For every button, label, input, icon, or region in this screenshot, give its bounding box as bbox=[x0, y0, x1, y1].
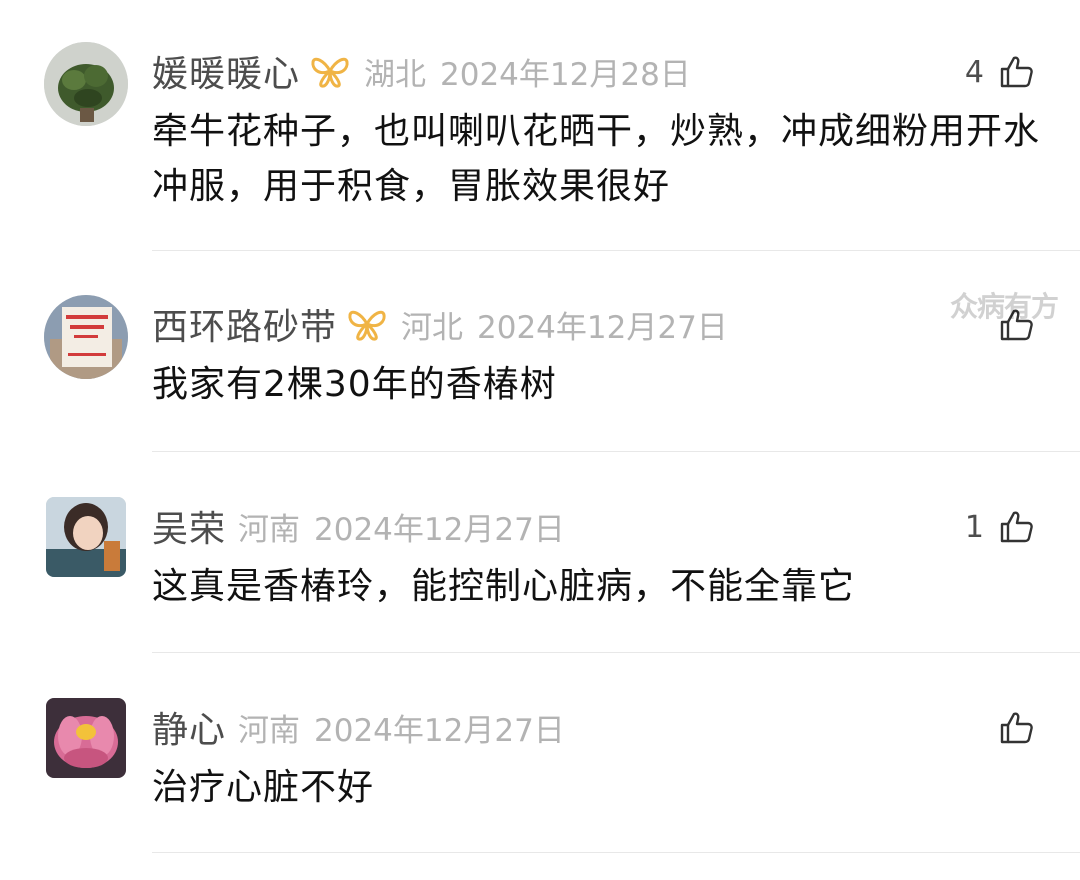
username[interactable]: 静心 bbox=[152, 701, 226, 753]
username[interactable]: 媛暖暖心 bbox=[152, 45, 300, 97]
avatar-lotus-image bbox=[46, 698, 126, 778]
username[interactable]: 西环路砂带 bbox=[152, 298, 337, 350]
avatar-sign-image bbox=[44, 295, 128, 379]
thumbs-up-icon bbox=[1000, 56, 1033, 88]
location: 河北 bbox=[401, 309, 464, 346]
location: 河南 bbox=[238, 712, 301, 749]
comment-date: 2024年12月28日 bbox=[440, 56, 691, 93]
comment-date: 2024年12月27日 bbox=[314, 511, 565, 548]
comment-item: 吴荣 河南 2024年12月27日 1 这真是香椿玲，能控制心脏病，不能全靠它 bbox=[0, 455, 1080, 655]
comment-text: 牵牛花种子，也叫喇叭花晒干，炒熟，冲成细粉用开水冲服，用于积食，胃胀效果很好 bbox=[152, 111, 1041, 207]
location: 湖北 bbox=[364, 56, 427, 93]
comment-item: 西环路砂带 河北 2024年12月27日 我家有2棵30年的香椿树 bbox=[0, 253, 1080, 453]
comment-date: 2024年12月27日 bbox=[314, 712, 565, 749]
avatar[interactable] bbox=[44, 295, 128, 379]
comment-meta: 静心 河南 2024年12月27日 bbox=[152, 700, 565, 754]
comment-meta: 吴荣 河南 2024年12月27日 bbox=[152, 499, 565, 553]
like-count: 1 bbox=[964, 509, 984, 545]
like-button[interactable]: 1 bbox=[965, 503, 1034, 551]
username[interactable]: 吴荣 bbox=[152, 500, 226, 552]
thumbs-up-icon bbox=[1000, 511, 1033, 543]
comment-meta: 西环路砂带 河北 2024年12月27日 bbox=[152, 297, 728, 351]
avatar[interactable] bbox=[44, 42, 128, 126]
divider bbox=[152, 652, 1080, 653]
comment-text: 这真是香椿玲，能控制心脏病，不能全靠它 bbox=[152, 566, 856, 607]
divider bbox=[152, 250, 1080, 251]
comment-date: 2024年12月27日 bbox=[477, 309, 728, 346]
fan-badge-icon bbox=[347, 307, 387, 341]
divider bbox=[152, 852, 1080, 853]
location: 河南 bbox=[238, 511, 301, 548]
like-button[interactable]: 4 bbox=[965, 48, 1034, 96]
avatar-portrait-image bbox=[46, 497, 126, 577]
avatar[interactable] bbox=[46, 698, 126, 778]
thumbs-up-icon bbox=[1000, 712, 1033, 744]
avatar-plant-image bbox=[44, 42, 128, 126]
comment-text: 治疗心脏不好 bbox=[152, 767, 375, 808]
comment-list: 媛暖暖心 湖北 2024年12月28日 4 牵牛花种子，也叫喇叭花晒干，炒熟，冲… bbox=[0, 0, 1080, 880]
watermark: 众病有方 bbox=[950, 290, 1059, 323]
comment-item: 媛暖暖心 湖北 2024年12月28日 4 牵牛花种子，也叫喇叭花晒干，炒熟，冲… bbox=[0, 0, 1080, 207]
like-count: 4 bbox=[964, 54, 984, 90]
fan-badge-icon bbox=[310, 54, 350, 88]
avatar[interactable] bbox=[46, 497, 126, 577]
comment-text: 我家有2棵30年的香椿树 bbox=[152, 364, 557, 405]
like-button[interactable] bbox=[984, 704, 1034, 752]
comment-item: 静心 河南 2024年12月27日 治疗心脏不好 bbox=[0, 656, 1080, 856]
divider bbox=[152, 451, 1080, 452]
comment-meta: 媛暖暖心 湖北 2024年12月28日 bbox=[152, 44, 691, 98]
